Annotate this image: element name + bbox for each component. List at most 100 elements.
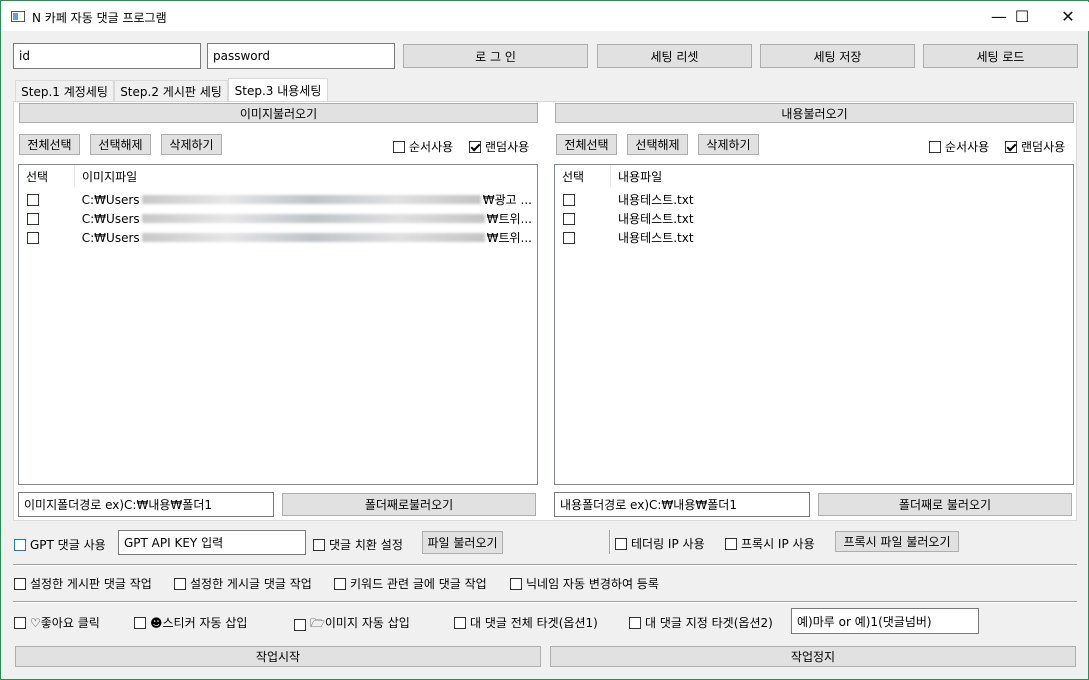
checkbox-box[interactable] bbox=[615, 537, 627, 550]
content-file-list[interactable]: 선택 내용파일 내용테스트.txt 내용테스트.txt 내용테스트.txt bbox=[554, 164, 1074, 485]
image-sequential-checkbox[interactable]: 순서사용 bbox=[393, 138, 453, 155]
image-insert-checkbox[interactable]: 🗁이미지 자동 삽입 bbox=[294, 614, 410, 635]
like-click-checkbox[interactable]: ♡좋아요 클릭 bbox=[14, 614, 100, 631]
gpt-api-key-input[interactable]: GPT API KEY 입력 bbox=[118, 530, 306, 555]
reply-specific-target-checkbox[interactable]: 대 댓글 지정 타겟(옵션2) bbox=[629, 614, 773, 631]
checkbox-box[interactable] bbox=[393, 140, 405, 153]
image-select-all-button[interactable]: 전체선택 bbox=[19, 134, 80, 155]
image-random-checkbox[interactable]: 랜덤사용 bbox=[469, 138, 529, 155]
nickname-change-checkbox[interactable]: 닉네임 자동 변경하여 등록 bbox=[510, 575, 659, 592]
redacted-path bbox=[141, 214, 485, 223]
file-load-button[interactable]: 파일 불러오기 bbox=[422, 531, 503, 554]
list-item[interactable]: C:₩Users ₩트위... bbox=[27, 228, 532, 247]
password-input[interactable]: password bbox=[207, 43, 395, 69]
row-checkbox[interactable] bbox=[27, 231, 39, 244]
content-random-checkbox[interactable]: 랜덤사용 bbox=[1005, 138, 1065, 155]
content-load-button[interactable]: 내용불러오기 bbox=[555, 103, 1074, 123]
checkbox-box[interactable] bbox=[294, 618, 306, 631]
checkbox-box[interactable] bbox=[469, 140, 481, 153]
reply-all-target-checkbox[interactable]: 대 댓글 전체 타겟(옵션1) bbox=[454, 614, 598, 631]
horizontal-divider bbox=[13, 601, 1077, 603]
column-header-select[interactable]: 선택 bbox=[555, 165, 611, 187]
proxy-ip-checkbox[interactable]: 프록시 IP 사용 bbox=[725, 535, 815, 552]
content-file-name: 내용테스트.txt bbox=[618, 212, 694, 226]
redacted-path bbox=[141, 233, 485, 242]
column-header-select[interactable]: 선택 bbox=[19, 165, 75, 187]
gpt-comment-checkbox[interactable]: GPT 댓글 사용 bbox=[14, 536, 106, 553]
checkbox-label: 설정한 게시판 댓글 작업 bbox=[30, 577, 152, 591]
image-file-list[interactable]: 선택 이미지파일 C:₩Users ₩광고 ... C:₩Users ₩트위..… bbox=[18, 164, 538, 485]
row-checkbox[interactable] bbox=[27, 212, 39, 225]
list-item[interactable]: 내용테스트.txt bbox=[563, 228, 694, 247]
image-deselect-button[interactable]: 선택해제 bbox=[90, 134, 151, 155]
checkbox-box[interactable] bbox=[14, 577, 26, 590]
checkbox-label: 키워드 관련 글에 댓글 작업 bbox=[350, 577, 487, 591]
content-select-all-button[interactable]: 전체선택 bbox=[556, 134, 617, 155]
checkbox-box[interactable] bbox=[725, 537, 737, 550]
row-checkbox[interactable] bbox=[27, 193, 39, 206]
settings-load-button[interactable]: 세팅 로드 bbox=[923, 44, 1078, 68]
checkbox-label: 댓글 치환 설정 bbox=[329, 538, 403, 552]
row-checkbox[interactable] bbox=[563, 231, 575, 244]
reply-target-input[interactable]: 예)마루 or 예)1(댓글넘버) bbox=[791, 608, 979, 634]
start-job-button[interactable]: 작업시작 bbox=[15, 646, 541, 667]
tab-step2-board[interactable]: Step.2 게시판 세팅 bbox=[114, 80, 228, 101]
id-input[interactable]: id bbox=[13, 43, 201, 69]
checkbox-box[interactable] bbox=[454, 616, 466, 629]
list-item[interactable]: 내용테스트.txt bbox=[563, 209, 694, 228]
content-delete-button[interactable]: 삭제하기 bbox=[698, 134, 759, 155]
tab-step1-account[interactable]: Step.1 계정세팅 bbox=[15, 80, 114, 101]
checkbox-box[interactable] bbox=[929, 140, 941, 153]
list-item[interactable]: C:₩Users ₩광고 ... bbox=[27, 190, 532, 209]
keyword-comment-checkbox[interactable]: 키워드 관련 글에 댓글 작업 bbox=[334, 575, 487, 592]
maximize-button[interactable]: ☐ bbox=[999, 2, 1045, 31]
login-button[interactable]: 로 그 인 bbox=[403, 44, 588, 68]
checkbox-box[interactable] bbox=[629, 616, 641, 629]
checkbox-box[interactable] bbox=[14, 538, 26, 551]
checkbox-box[interactable] bbox=[1005, 140, 1017, 153]
close-button[interactable]: ✕ bbox=[1045, 2, 1089, 31]
horizontal-divider bbox=[13, 564, 1077, 566]
comment-replace-checkbox[interactable]: 댓글 치환 설정 bbox=[313, 536, 403, 553]
file-path-prefix: C:₩Users bbox=[81, 192, 140, 207]
content-deselect-button[interactable]: 선택해제 bbox=[627, 134, 688, 155]
content-folder-load-button[interactable]: 폴더째로 불러오기 bbox=[818, 493, 1072, 516]
content-file-name: 내용테스트.txt bbox=[618, 231, 694, 245]
file-path-suffix: ₩트위... bbox=[486, 231, 532, 245]
image-load-button[interactable]: 이미지불러오기 bbox=[19, 103, 538, 123]
sticker-insert-checkbox[interactable]: ☻스티커 자동 삽입 bbox=[134, 614, 247, 631]
column-header-image-file[interactable]: 이미지파일 bbox=[75, 165, 537, 187]
image-folder-path-input[interactable]: 이미지폴더경로 ex)C:₩내용₩폴더1 bbox=[18, 492, 274, 517]
row-checkbox[interactable] bbox=[563, 212, 575, 225]
vertical-divider bbox=[609, 530, 611, 554]
window-title: N 카페 자동 댓글 프로그램 bbox=[32, 11, 167, 25]
settings-reset-button[interactable]: 세팅 리셋 bbox=[597, 44, 752, 68]
settings-save-button[interactable]: 세팅 저장 bbox=[760, 44, 915, 68]
column-header-content-file[interactable]: 내용파일 bbox=[611, 165, 1073, 187]
checkbox-box[interactable] bbox=[134, 616, 146, 629]
board-comment-checkbox[interactable]: 설정한 게시판 댓글 작업 bbox=[14, 575, 152, 592]
checkbox-box[interactable] bbox=[334, 577, 346, 590]
image-delete-button[interactable]: 삭제하기 bbox=[161, 134, 222, 155]
row-checkbox[interactable] bbox=[563, 193, 575, 206]
tab-step3-content[interactable]: Step.3 내용세팅 bbox=[228, 78, 328, 102]
image-folder-load-button[interactable]: 폴더째로불러오기 bbox=[282, 493, 536, 516]
checkbox-label: 프록시 IP 사용 bbox=[741, 537, 815, 551]
app-icon bbox=[11, 11, 25, 22]
list-item[interactable]: C:₩Users ₩트위... bbox=[27, 209, 532, 228]
file-path-suffix: ₩트위... bbox=[486, 212, 532, 226]
proxy-file-load-button[interactable]: 프록시 파일 불러오기 bbox=[835, 531, 959, 552]
content-sequential-checkbox[interactable]: 순서사용 bbox=[929, 138, 989, 155]
title-bar: N 카페 자동 댓글 프로그램 — ☐ ✕ bbox=[2, 2, 1089, 31]
content-folder-path-input[interactable]: 내용폴더경로 ex)C:₩내용₩폴더1 bbox=[554, 492, 810, 517]
post-comment-checkbox[interactable]: 설정한 게시글 댓글 작업 bbox=[174, 575, 312, 592]
list-item[interactable]: 내용테스트.txt bbox=[563, 190, 694, 209]
checkbox-label: ♡좋아요 클릭 bbox=[30, 616, 100, 630]
checkbox-box[interactable] bbox=[174, 577, 186, 590]
tethering-ip-checkbox[interactable]: 테더링 IP 사용 bbox=[615, 535, 705, 552]
checkbox-box[interactable] bbox=[510, 577, 522, 590]
checkbox-label: 테더링 IP 사용 bbox=[631, 537, 705, 551]
stop-job-button[interactable]: 작업정지 bbox=[550, 646, 1076, 667]
checkbox-box[interactable] bbox=[313, 538, 325, 551]
checkbox-box[interactable] bbox=[14, 616, 26, 629]
